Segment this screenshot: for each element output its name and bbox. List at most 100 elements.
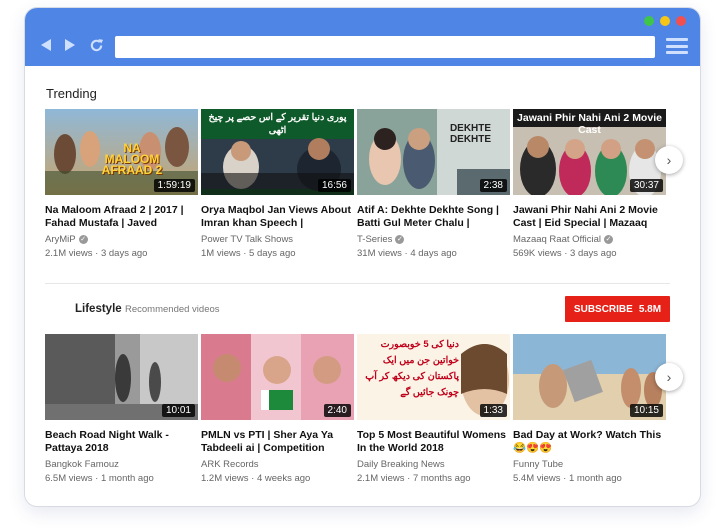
video-thumbnail[interactable]: NA MALOOM AFRAAD 2 1:59:19: [45, 109, 198, 195]
channel-name[interactable]: Daily Breaking News: [357, 459, 445, 470]
lifestyle-next-button[interactable]: ›: [655, 363, 683, 391]
subscriber-count: 5.8M: [638, 303, 662, 315]
maximize-dot[interactable]: [644, 16, 654, 26]
video-meta: 6.5M views · 1 month ago: [45, 473, 154, 484]
video-channel[interactable]: Power TV Talk Shows: [201, 234, 354, 245]
view-count: 5.4M views: [513, 473, 561, 484]
video-channel[interactable]: Bangkok Famouz: [45, 459, 198, 470]
verified-check-icon: ✓: [604, 235, 614, 244]
page-content: Trending NA MALOOM AFRAAD 2 1:59:19 Na M…: [25, 66, 700, 506]
channel-name[interactable]: Mazaaq Raat Official: [513, 234, 601, 245]
trending-next-button[interactable]: ›: [655, 146, 683, 174]
trending-row: NA MALOOM AFRAAD 2 1:59:19 Na Maloom Afr…: [45, 109, 666, 259]
video-channel[interactable]: Daily Breaking News: [357, 459, 510, 470]
view-count: 569K views: [513, 248, 562, 259]
window-controls: [644, 16, 686, 26]
video-title[interactable]: Atif A: Dekhte Dekhte Song | Batti Gul M…: [357, 204, 510, 230]
lifestyle-heading: Lifestyle: [75, 303, 122, 315]
view-count: 1M views: [201, 248, 241, 259]
forward-arrow-icon[interactable]: [63, 38, 77, 52]
thumbnail-caption: Jawani Phir Nahi Ani 2 Movie Cast: [517, 112, 662, 136]
video-title[interactable]: PMLN vs PTI | Sher Aya Ya Tabdeeli ai | …: [201, 429, 354, 455]
video-card[interactable]: پوری دنیا تقریر کے اس حصے پر چیخ اٹھی 16…: [201, 109, 354, 259]
video-card[interactable]: DEKHTE DEKHTE 2:38 Atif A: Dekhte Dekhte…: [357, 109, 510, 259]
view-count: 2.1M views: [45, 248, 93, 259]
minimize-dot[interactable]: [660, 16, 670, 26]
channel-name[interactable]: Power TV Talk Shows: [201, 234, 293, 245]
chevron-right-icon: ›: [666, 369, 672, 385]
channel-name[interactable]: T-Series: [357, 234, 392, 245]
video-title[interactable]: Bad Day at Work? Watch This 😂😍😍: [513, 429, 666, 455]
upload-age: 3 days ago: [570, 248, 617, 259]
video-card[interactable]: 2:40 PMLN vs PTI | Sher Aya Ya Tabdeeli …: [201, 334, 354, 484]
channel-name[interactable]: Funny Tube: [513, 459, 563, 470]
video-duration: 2:40: [323, 404, 351, 417]
video-thumbnail[interactable]: 10:01: [45, 334, 198, 420]
verified-check-icon: ✓: [395, 235, 405, 244]
video-meta: 2.1M views · 3 days ago: [45, 248, 148, 259]
back-arrow-icon[interactable]: [39, 38, 53, 52]
thumbnail-caption: دنیا کی 5 خوبصورت خواتین جن میں ایک پاکس…: [365, 339, 459, 398]
video-title[interactable]: Jawani Phir Nahi Ani 2 Movie Cast | Eid …: [513, 204, 666, 230]
view-count: 1.2M views: [201, 473, 249, 484]
video-title[interactable]: Beach Road Night Walk - Pattaya 2018: [45, 429, 198, 455]
video-card[interactable]: NA MALOOM AFRAAD 2 1:59:19 Na Maloom Afr…: [45, 109, 198, 259]
video-channel[interactable]: T-Series ✓: [357, 234, 510, 245]
upload-age: 1 month ago: [100, 473, 154, 484]
video-card[interactable]: Jawani Phir Nahi Ani 2 Movie Cast 30:37 …: [513, 109, 666, 259]
video-duration: 10:01: [161, 404, 195, 417]
thumbnail-caption: DEKHTE DEKHTE: [449, 123, 492, 145]
video-channel[interactable]: Funny Tube: [513, 459, 666, 470]
upload-age: 3 days ago: [100, 248, 148, 259]
video-thumbnail[interactable]: 10:15: [513, 334, 666, 420]
upload-age: 4 days ago: [410, 248, 457, 259]
refresh-icon[interactable]: [89, 38, 104, 53]
channel-name[interactable]: Bangkok Famouz: [45, 459, 119, 470]
video-thumbnail[interactable]: 2:40: [201, 334, 354, 420]
video-title[interactable]: Orya Maqbol Jan Views About Imran khan S…: [201, 204, 354, 230]
view-count: 31M views: [357, 248, 402, 259]
video-channel[interactable]: ARK Records: [201, 459, 354, 470]
chevron-right-icon: ›: [666, 152, 672, 168]
trending-heading: Trending: [46, 86, 97, 101]
video-title[interactable]: Na Maloom Afraad 2 | 2017 | Fahad Mustaf…: [45, 204, 198, 230]
browser-window: Trending NA MALOOM AFRAAD 2 1:59:19 Na M…: [25, 8, 700, 506]
upload-age: 5 days ago: [249, 248, 296, 259]
video-thumbnail[interactable]: DEKHTE DEKHTE 2:38: [357, 109, 510, 195]
subscribe-button[interactable]: SUBSCRIBE 5.8M: [565, 296, 670, 322]
video-thumbnail[interactable]: Jawani Phir Nahi Ani 2 Movie Cast 30:37: [513, 109, 666, 195]
section-divider: [45, 283, 670, 284]
video-meta: 569K views · 3 days ago: [513, 248, 617, 259]
video-thumbnail[interactable]: دنیا کی 5 خوبصورت خواتین جن میں ایک پاکس…: [357, 334, 510, 420]
video-duration: 1:33: [479, 404, 507, 417]
browser-toolbar: [25, 8, 700, 66]
close-dot[interactable]: [676, 16, 686, 26]
thumbnail-caption: NA MALOOM AFRAAD 2: [101, 141, 163, 177]
video-thumbnail[interactable]: پوری دنیا تقریر کے اس حصے پر چیخ اٹھی 16…: [201, 109, 354, 195]
upload-age: 7 months ago: [412, 473, 471, 484]
video-channel[interactable]: Mazaaq Raat Official ✓: [513, 234, 666, 245]
lifestyle-row: 10:01 Beach Road Night Walk - Pattaya 20…: [45, 334, 666, 484]
video-card[interactable]: 10:15 Bad Day at Work? Watch This 😂😍😍 Fu…: [513, 334, 666, 484]
video-meta: 5.4M views · 1 month ago: [513, 473, 622, 484]
video-channel[interactable]: AryMiP ✓: [45, 234, 198, 245]
upload-age: 1 month ago: [568, 473, 622, 484]
video-meta: 31M views · 4 days ago: [357, 248, 457, 259]
channel-name[interactable]: AryMiP: [45, 234, 76, 245]
upload-age: 4 weeks ago: [256, 473, 311, 484]
video-duration: 30:37: [629, 179, 663, 192]
video-duration: 16:56: [317, 179, 351, 192]
thumbnail-caption: پوری دنیا تقریر کے اس حصے پر چیخ اٹھی: [208, 112, 347, 136]
video-card[interactable]: دنیا کی 5 خوبصورت خواتین جن میں ایک پاکس…: [357, 334, 510, 484]
address-bar[interactable]: [115, 36, 655, 58]
video-duration: 10:15: [629, 404, 663, 417]
hamburger-menu-icon[interactable]: [666, 38, 688, 54]
view-count: 6.5M views: [45, 473, 93, 484]
video-card[interactable]: 10:01 Beach Road Night Walk - Pattaya 20…: [45, 334, 198, 484]
video-meta: 2.1M views · 7 months ago: [357, 473, 471, 484]
verified-check-icon: ✓: [78, 235, 88, 244]
video-title[interactable]: Top 5 Most Beautiful Womens In the World…: [357, 429, 510, 455]
lifestyle-subtitle: Recommended videos: [125, 304, 220, 315]
channel-name[interactable]: ARK Records: [201, 459, 259, 470]
video-duration: 1:59:19: [153, 179, 195, 192]
